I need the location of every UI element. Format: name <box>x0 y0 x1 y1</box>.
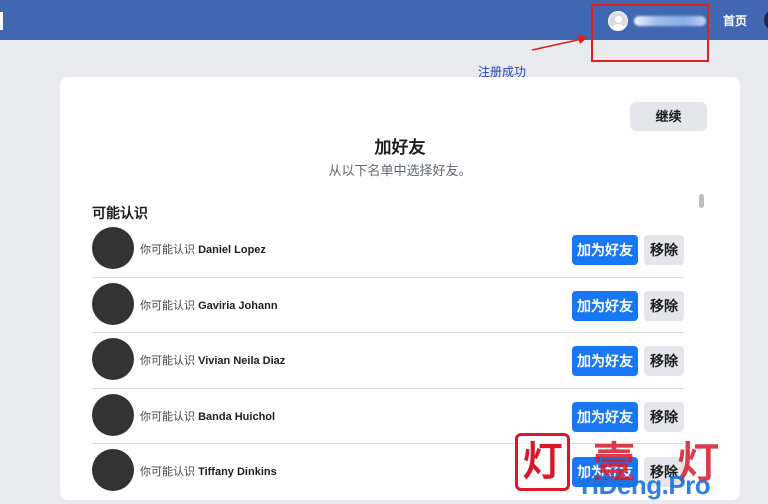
remove-button[interactable]: 移除 <box>644 290 684 321</box>
suggestion-prefix: 你可能认识 <box>140 410 195 423</box>
avatar[interactable] <box>92 393 134 436</box>
suggestion-name[interactable]: Vivian Neila Diaz <box>198 355 285 367</box>
avatar[interactable] <box>92 227 134 269</box>
continue-button[interactable]: 继续 <box>630 102 707 131</box>
suggestion-text: 你可能认识 Daniel Lopez <box>140 241 266 257</box>
list-item: 你可能认识 Gaviria Johann 加为好友 移除 <box>92 278 684 333</box>
annotation-arrow-icon <box>531 35 588 51</box>
add-friend-button[interactable]: 加为好友 <box>572 346 638 376</box>
menu-icon[interactable] <box>764 11 768 29</box>
page-title: 加好友 <box>374 138 426 157</box>
list-item: 你可能认识 Vivian Neila Diaz 加为好友 移除 <box>92 333 684 389</box>
watermark-char-box: 灯 <box>515 433 570 491</box>
avatar[interactable] <box>92 338 134 380</box>
suggestion-prefix: 你可能认识 <box>140 244 195 256</box>
suggestion-text: 你可能认识 Tiffany Dinkins <box>140 463 277 479</box>
add-friend-button[interactable]: 加为好友 <box>572 235 638 265</box>
scrollbar-thumb[interactable] <box>699 194 704 208</box>
suggestion-name[interactable]: Tiffany Dinkins <box>198 466 277 478</box>
avatar[interactable] <box>92 449 134 491</box>
remove-button[interactable]: 移除 <box>644 235 684 265</box>
suggestion-prefix: 你可能认识 <box>140 355 195 367</box>
remove-button[interactable]: 移除 <box>644 346 684 376</box>
watermark-logo: 灯 壹 灯 YiDeng.Pro <box>515 433 768 504</box>
avatar[interactable] <box>92 282 134 325</box>
add-friend-button[interactable]: 加为好友 <box>572 401 638 432</box>
suggestion-text: 你可能认识 Vivian Neila Diaz <box>140 352 285 368</box>
suggestion-text: 你可能认识 Banda Huichol <box>140 408 275 424</box>
suggestion-prefix: 你可能认识 <box>140 466 195 478</box>
remove-button[interactable]: 移除 <box>644 401 684 432</box>
watermark-domain: YiDeng.Pro <box>576 470 711 500</box>
list-item: 你可能认识 Daniel Lopez 加为好友 移除 <box>92 222 684 278</box>
suggestion-name[interactable]: Banda Huichol <box>198 411 275 423</box>
logo-fragment[interactable] <box>0 12 3 30</box>
annotation-highlight-box <box>591 4 709 62</box>
suggestion-name[interactable]: Gaviria Johann <box>198 300 277 312</box>
suggestion-prefix: 你可能认识 <box>140 299 195 312</box>
suggestion-name[interactable]: Daniel Lopez <box>198 244 266 256</box>
suggestion-text: 你可能认识 Gaviria Johann <box>140 297 278 313</box>
add-friend-button[interactable]: 加为好友 <box>572 290 638 321</box>
home-link[interactable]: 首页 <box>723 12 747 29</box>
section-title: 可能认识 <box>92 205 148 221</box>
page-subtitle: 从以下名单中选择好友。 <box>328 163 472 178</box>
